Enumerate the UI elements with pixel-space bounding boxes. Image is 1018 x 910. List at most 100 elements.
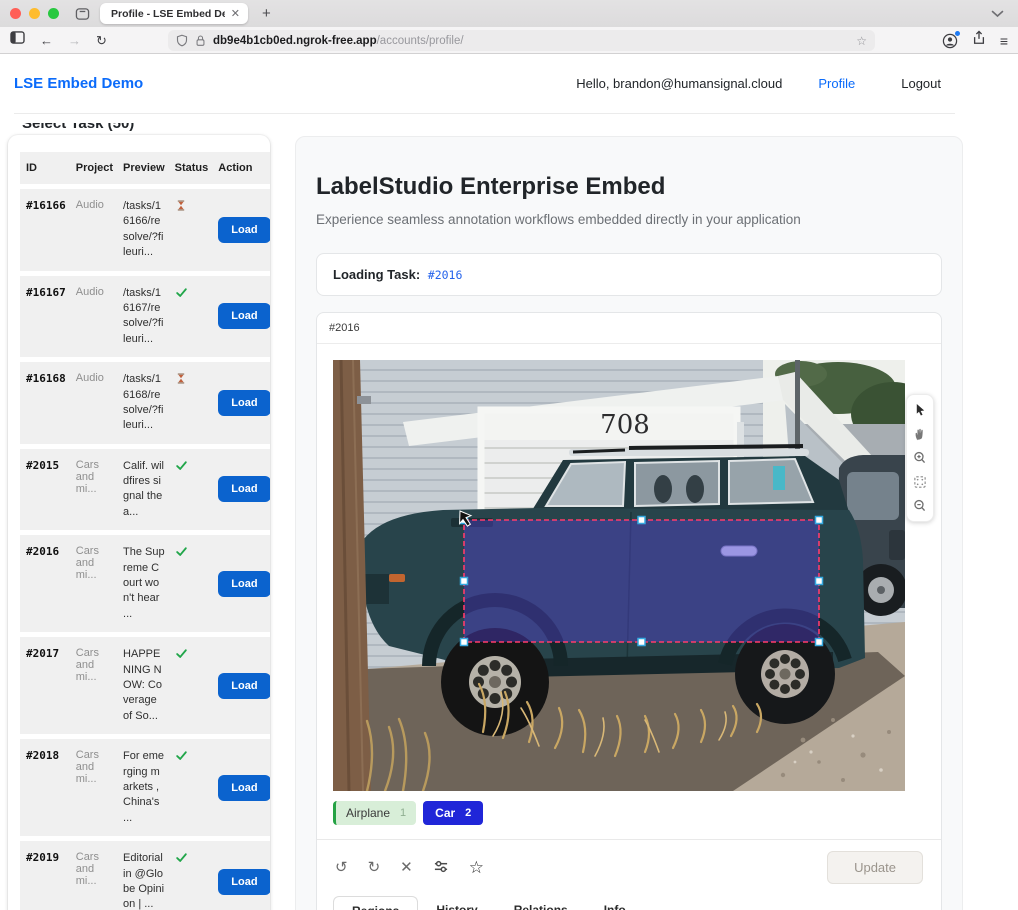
task-project: Cars and mi... (70, 535, 117, 632)
user-greeting: Hello, brandon@humansignal.cloud (576, 76, 782, 91)
tab-list-chevron-icon[interactable] (991, 10, 1004, 18)
redo-icon[interactable]: ↻ (368, 860, 381, 875)
profile-link[interactable]: Profile (818, 76, 855, 91)
load-button[interactable]: Load (218, 571, 270, 597)
task-id: #2019 (20, 841, 70, 910)
task-row: #2017Cars and mi...HAPPENING NOW: Covera… (20, 637, 270, 734)
check-icon (175, 749, 188, 762)
task-project: Cars and mi... (70, 841, 117, 910)
zoom-out-icon[interactable] (907, 494, 933, 518)
check-icon (175, 459, 188, 472)
site-header: LSE Embed Demo Hello, brandon@humansigna… (0, 54, 1018, 113)
zoom-window-button[interactable] (48, 8, 59, 19)
tab-history[interactable]: History (418, 896, 495, 910)
new-tab-button[interactable]: + (262, 5, 271, 22)
check-icon (175, 647, 188, 660)
close-window-button[interactable] (10, 8, 21, 19)
browser-navbar: ← → ↻ db9e4b1cb0ed.ngrok-free.app/accoun… (0, 27, 1018, 54)
label-car-name: Car (435, 806, 455, 820)
task-project: Audio (70, 189, 117, 271)
load-button[interactable]: Load (218, 217, 270, 243)
task-preview: /tasks/16168/resolve/?fileuri... (117, 362, 169, 444)
tab-info[interactable]: Info (586, 896, 644, 910)
sidebar-heading: Select Task (50) (22, 123, 134, 132)
update-button[interactable]: Update (827, 851, 923, 884)
select-tool-icon[interactable] (907, 398, 933, 422)
load-button[interactable]: Load (218, 869, 270, 895)
bookmark-star-icon[interactable]: ☆ (856, 34, 867, 48)
load-button[interactable]: Load (218, 303, 270, 329)
task-row: #2019Cars and mi...Editorial in @Globe O… (20, 841, 270, 910)
label-airplane-count: 1 (400, 807, 406, 819)
col-preview: Preview (117, 152, 169, 184)
task-action: Load (212, 535, 270, 632)
task-status (169, 189, 213, 271)
undo-icon[interactable]: ↺ (335, 860, 348, 875)
close-tab-icon[interactable]: ✕ (231, 7, 240, 20)
task-action: Load (212, 362, 270, 444)
reload-button[interactable]: ↻ (96, 34, 107, 47)
task-preview: Editorial in @Globe Opinion | ... (117, 841, 169, 910)
load-button[interactable]: Load (218, 673, 270, 699)
task-action: Load (212, 637, 270, 734)
task-id: #2017 (20, 637, 70, 734)
share-icon[interactable] (972, 30, 986, 51)
menu-icon[interactable]: ≡ (1000, 33, 1008, 49)
annotation-panel: #2016 (316, 312, 942, 910)
annotation-image-canvas[interactable]: 708 (333, 360, 905, 791)
load-button[interactable]: Load (218, 775, 270, 801)
url-text: db9e4b1cb0ed.ngrok-free.app/accounts/pro… (213, 35, 464, 47)
browser-tabbar: Profile - LSE Embed Demo ✕ + (0, 0, 1018, 27)
loading-label: Loading Task: (333, 267, 420, 282)
task-row: #2018Cars and mi...For emerging markets … (20, 739, 270, 836)
settings-sliders-icon[interactable] (433, 859, 449, 877)
task-id: #16168 (20, 362, 70, 444)
task-status (169, 276, 213, 358)
brand-link[interactable]: LSE Embed Demo (14, 75, 143, 92)
shield-icon[interactable] (176, 34, 188, 47)
task-status (169, 739, 213, 836)
load-button[interactable]: Load (218, 390, 270, 416)
browser-tab[interactable]: Profile - LSE Embed Demo ✕ (100, 3, 248, 24)
detail-tabs: Regions History Relations Info (317, 895, 941, 910)
minimize-window-button[interactable] (29, 8, 40, 19)
task-preview: HAPPENING NOW: Coverage of So... (117, 637, 169, 734)
col-action: Action (212, 152, 270, 184)
browser-window: Profile - LSE Embed Demo ✕ + ← → ↻ db9e4… (0, 0, 1018, 910)
page: LSE Embed Demo Hello, brandon@humansigna… (0, 54, 1018, 910)
tab-regions[interactable]: Regions (333, 896, 418, 910)
task-preview: The Supreme Court won't hear ... (117, 535, 169, 632)
task-id: #16166 (20, 189, 70, 271)
task-project: Audio (70, 276, 117, 358)
demo-card: LabelStudio Enterprise Embed Experience … (295, 136, 963, 910)
forward-button[interactable]: → (68, 34, 81, 47)
account-icon[interactable] (942, 33, 958, 49)
lock-icon (195, 34, 206, 47)
ground-truth-star-icon[interactable]: ☆ (469, 859, 484, 876)
task-id: #2015 (20, 449, 70, 531)
hourglass-icon (175, 372, 187, 385)
load-button[interactable]: Load (218, 476, 270, 502)
label-airplane-name: Airplane (346, 806, 390, 820)
task-row: #16168Audio/tasks/16168/resolve/?fileuri… (20, 362, 270, 444)
task-status (169, 362, 213, 444)
task-status (169, 535, 213, 632)
label-airplane[interactable]: Airplane 1 (333, 801, 416, 825)
task-table: ID Project Preview Status Action #16166A… (20, 147, 270, 910)
fit-screen-icon[interactable] (907, 470, 933, 494)
col-project: Project (70, 152, 117, 184)
label-car-count: 2 (465, 807, 471, 819)
zoom-in-icon[interactable] (907, 446, 933, 470)
tab-relations[interactable]: Relations (496, 896, 586, 910)
tab-overview-icon[interactable] (75, 7, 90, 21)
logout-link[interactable]: Logout (901, 76, 941, 91)
back-button[interactable]: ← (40, 34, 53, 47)
task-project: Cars and mi... (70, 739, 117, 836)
url-bar[interactable]: db9e4b1cb0ed.ngrok-free.app/accounts/pro… (168, 30, 875, 51)
sidebar-toggle-icon[interactable] (10, 31, 25, 49)
label-picker: Airplane 1 Car 2 (333, 801, 925, 825)
task-action: Load (212, 449, 270, 531)
label-car[interactable]: Car 2 (423, 801, 483, 825)
pan-tool-icon[interactable] (907, 422, 933, 446)
delete-icon[interactable]: ✕ (400, 860, 413, 875)
